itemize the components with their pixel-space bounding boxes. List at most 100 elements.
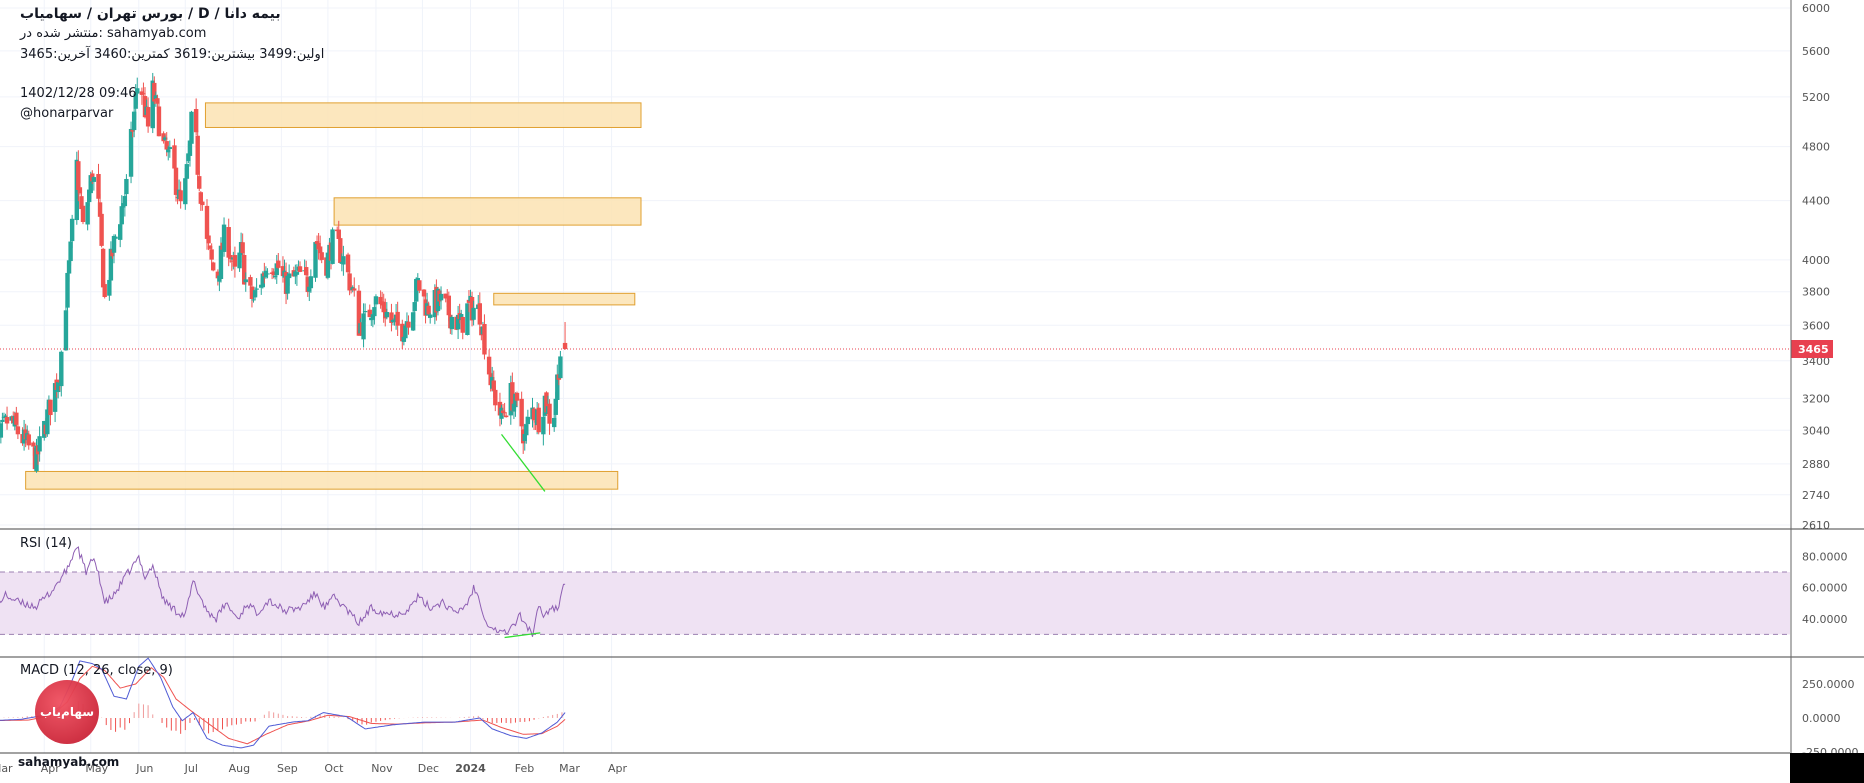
price-tick-label-11: 2880	[1802, 458, 1830, 471]
candle-body	[558, 356, 563, 379]
candle-body	[113, 236, 118, 239]
candle-body	[547, 403, 552, 424]
candle-body	[195, 135, 200, 175]
candle-body	[460, 317, 465, 333]
x-tick-label-9: Dec	[418, 762, 439, 775]
price-tick-label-9: 3200	[1802, 392, 1830, 405]
candle-body	[428, 314, 433, 318]
candle-body	[209, 249, 214, 260]
candle-body	[503, 415, 509, 418]
price-tick-label-13: 2610	[1802, 519, 1830, 532]
candle-body	[352, 288, 357, 291]
supply-demand-zone-1	[333, 197, 642, 226]
candle-body	[102, 284, 107, 297]
candle-body	[200, 201, 205, 206]
published-by: منتشر شده در: sahamyab.com	[20, 26, 207, 41]
price-tick-label-1: 5600	[1802, 45, 1830, 58]
x-tick-label-0: Mar	[0, 762, 13, 775]
rsi-tick-label-2: 40.0000	[1802, 613, 1848, 626]
candle-body	[193, 109, 199, 133]
candle-body	[240, 242, 245, 254]
candle-body	[197, 176, 202, 189]
rsi-label: RSI (14)	[20, 536, 72, 551]
candle-body	[4, 417, 10, 424]
supply-demand-zone-3	[25, 470, 619, 490]
candle-body	[189, 111, 194, 144]
candle-body	[341, 256, 346, 265]
candle-body	[232, 255, 238, 267]
logo-text: سهام‌یاب	[39, 705, 95, 719]
x-tick-label-7: Oct	[324, 762, 344, 775]
candle-body	[178, 190, 183, 202]
candle-body	[438, 293, 444, 301]
rsi-tick-label-0: 80.0000	[1802, 550, 1848, 563]
candle-body	[446, 295, 451, 316]
candle-body	[395, 311, 400, 326]
candle-body	[562, 342, 568, 350]
candle-body	[276, 260, 281, 268]
macd-tick-label-0: 250.0000	[1802, 678, 1855, 691]
price-tick-label-2: 5200	[1802, 91, 1830, 104]
price-tick-label-7: 3600	[1802, 319, 1830, 332]
current-price-label: 3465	[1798, 343, 1829, 356]
x-tick-label-6: Sep	[277, 762, 298, 775]
candle-body	[206, 235, 211, 244]
candle-body	[80, 205, 86, 222]
candle-body	[449, 316, 455, 330]
corner-block	[1790, 753, 1864, 783]
candle-body	[145, 107, 151, 127]
candle-body	[362, 311, 368, 313]
supply-demand-zone-0	[204, 102, 642, 128]
candle-body	[221, 224, 227, 252]
price-tick-label-0: 6000	[1802, 2, 1830, 15]
candle-body	[243, 279, 248, 283]
candle-body	[417, 280, 422, 291]
candle-body	[330, 229, 335, 264]
candle-body	[184, 164, 190, 179]
timestamp: 1402/12/28 09:46	[20, 86, 137, 101]
candle-body	[373, 296, 379, 305]
candle-body	[525, 416, 531, 425]
rsi-tick-label-1: 60.0000	[1802, 582, 1848, 595]
candle-body	[15, 426, 21, 435]
price-tick-label-10: 3040	[1802, 424, 1830, 437]
rsi-band	[0, 572, 1790, 635]
candle-body	[167, 147, 172, 150]
macd-tick-label-1: 0.0000	[1802, 712, 1841, 725]
candle-body	[477, 303, 482, 325]
x-tick-label-8: Nov	[371, 762, 393, 775]
x-tick-label-12: Mar	[559, 762, 580, 775]
candle-body	[493, 389, 498, 406]
price-tick-label-6: 3800	[1802, 286, 1830, 299]
x-tick-label-13: Apr	[608, 762, 628, 775]
candle-body	[99, 213, 104, 246]
candle-body	[536, 407, 541, 433]
candle-body	[486, 356, 492, 375]
supply-demand-zone-2	[493, 292, 636, 306]
x-tick-label-11: Feb	[515, 762, 534, 775]
candle-body	[319, 252, 324, 260]
price-tick-label-3: 4800	[1802, 141, 1830, 154]
candle-body	[48, 399, 53, 416]
candle-body	[519, 398, 524, 427]
x-tick-label-5: Aug	[229, 762, 250, 775]
candle-body	[406, 321, 411, 328]
x-tick-label-3: Jun	[135, 762, 153, 775]
chart-canvas: 6000560052004800440040003800360034003200…	[0, 0, 1864, 783]
candle-body	[384, 311, 389, 318]
price-tick-label-4: 4400	[1802, 195, 1830, 208]
footer-site: sahamyab.com	[18, 755, 120, 769]
candle-body	[265, 273, 270, 275]
candle-body	[308, 276, 314, 289]
candle-body	[172, 145, 177, 169]
candle-body	[69, 218, 75, 242]
candle-body	[156, 106, 162, 137]
candle-body	[471, 307, 476, 320]
candle-body	[100, 248, 106, 288]
candle-body	[26, 434, 31, 446]
candle-body	[372, 307, 377, 317]
macd-label: MACD (12, 26, close, 9)	[20, 663, 173, 678]
author-handle: @honarparvar	[20, 106, 114, 121]
candle-body	[286, 273, 292, 279]
candle-body	[119, 206, 124, 225]
